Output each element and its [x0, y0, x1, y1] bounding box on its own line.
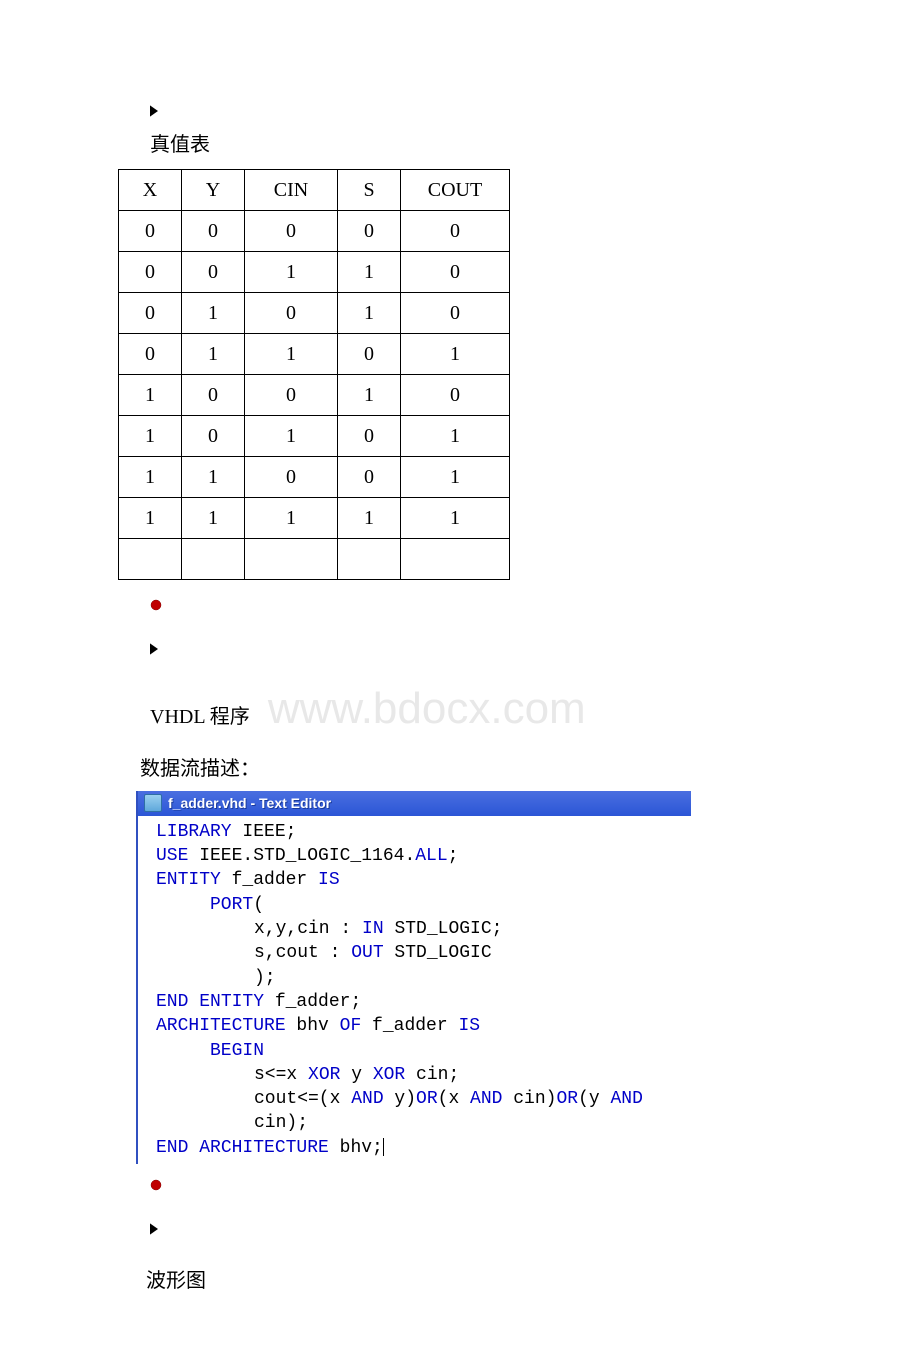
cell: [245, 539, 338, 580]
cell: 0: [119, 252, 182, 293]
text-cursor: [383, 1138, 384, 1156]
cell: 1: [245, 416, 338, 457]
cell: [119, 539, 182, 580]
table-row: 0 1 1 0 1: [119, 334, 510, 375]
truth-table: X Y CIN S COUT 0 0 0 0 0 0 0 1 1 0: [118, 169, 510, 580]
cell: [338, 539, 401, 580]
code-body: LIBRARY IEEE; USE IEEE.STD_LOGIC_1164.AL…: [138, 816, 691, 1164]
cell: 0: [401, 211, 510, 252]
cell: 0: [182, 252, 245, 293]
editor-titlebar: f_adder.vhd - Text Editor: [138, 791, 691, 816]
bullet-icon: [150, 105, 158, 113]
dataflow-desc-heading: 数据流描述：: [140, 752, 780, 781]
cell: 0: [338, 211, 401, 252]
table-row: 1 1 0 0 1: [119, 457, 510, 498]
cell: [401, 539, 510, 580]
red-dot-icon: [150, 1178, 162, 1190]
th-s: S: [338, 170, 401, 211]
editor-file-icon: [144, 794, 162, 812]
cell: 0: [119, 211, 182, 252]
cell: 1: [245, 498, 338, 539]
cell: 0: [401, 375, 510, 416]
cell: 1: [119, 498, 182, 539]
cell: 1: [245, 334, 338, 375]
cell: 0: [401, 293, 510, 334]
cell: 0: [119, 293, 182, 334]
cell: 1: [182, 293, 245, 334]
cell: 1: [245, 252, 338, 293]
truth-table-heading: 真值表: [150, 128, 780, 157]
cell: 0: [338, 334, 401, 375]
cell: 1: [182, 334, 245, 375]
table-row: 0 0 0 0 0: [119, 211, 510, 252]
cell: 1: [401, 498, 510, 539]
cell: 0: [119, 334, 182, 375]
table-row: 1 0 1 0 1: [119, 416, 510, 457]
th-cin: CIN: [245, 170, 338, 211]
cell: 0: [245, 211, 338, 252]
bullet-icon: [150, 1223, 158, 1231]
cell: 1: [119, 457, 182, 498]
bullet-icon: [150, 643, 158, 651]
th-cout: COUT: [401, 170, 510, 211]
cell: 1: [338, 498, 401, 539]
table-row: 1 1 1 1 1: [119, 498, 510, 539]
vhdl-program-heading: VHDL 程序: [150, 700, 250, 729]
table-row: 1 0 0 1 0: [119, 375, 510, 416]
cell: 1: [401, 334, 510, 375]
cell: 0: [401, 252, 510, 293]
cell: 1: [401, 416, 510, 457]
code-editor: f_adder.vhd - Text Editor LIBRARY IEEE; …: [136, 791, 691, 1164]
cell: 0: [338, 457, 401, 498]
watermark-text: www.bdocx.com: [268, 684, 586, 734]
cell: 1: [119, 375, 182, 416]
table-row: 0 0 1 1 0: [119, 252, 510, 293]
cell: 1: [401, 457, 510, 498]
cell: 0: [245, 293, 338, 334]
cell: 0: [338, 416, 401, 457]
cell: 0: [182, 211, 245, 252]
table-header-row: X Y CIN S COUT: [119, 170, 510, 211]
waveform-heading: 波形图: [146, 1264, 780, 1293]
cell: 1: [338, 293, 401, 334]
cell: 1: [119, 416, 182, 457]
cell: 0: [182, 375, 245, 416]
cell: 0: [245, 375, 338, 416]
editor-title-text: f_adder.vhd - Text Editor: [168, 794, 331, 813]
cell: [182, 539, 245, 580]
cell: 0: [245, 457, 338, 498]
table-row: 0 1 0 1 0: [119, 293, 510, 334]
cell: 1: [182, 498, 245, 539]
cell: 1: [338, 252, 401, 293]
red-dot-icon: [150, 598, 162, 610]
cell: 0: [182, 416, 245, 457]
th-x: X: [119, 170, 182, 211]
table-row: [119, 539, 510, 580]
cell: 1: [182, 457, 245, 498]
cell: 1: [338, 375, 401, 416]
th-y: Y: [182, 170, 245, 211]
